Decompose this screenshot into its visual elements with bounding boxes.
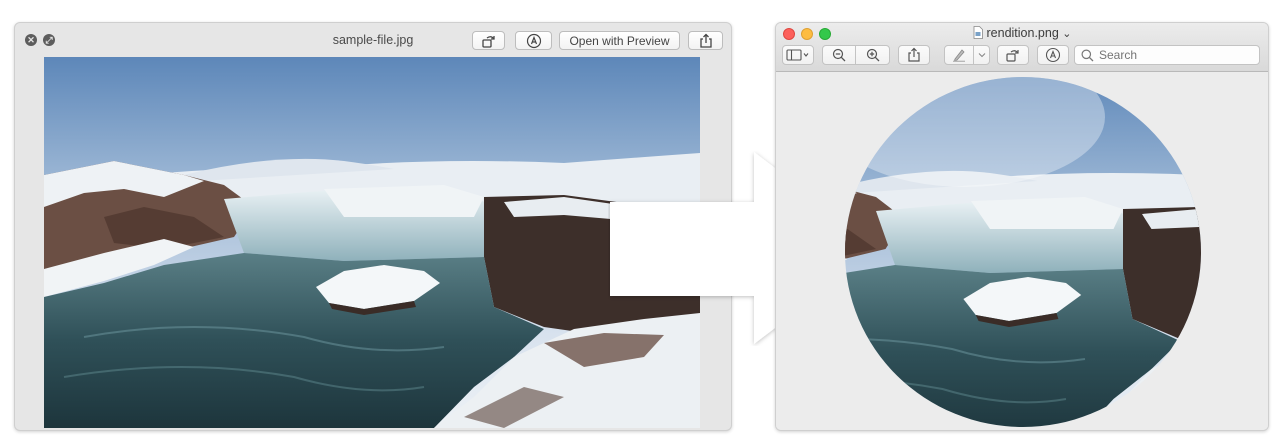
search-input[interactable] — [1099, 48, 1249, 62]
search-icon — [1081, 49, 1094, 61]
markup-icon — [526, 33, 541, 48]
share-icon — [699, 33, 712, 48]
search-field[interactable] — [1074, 45, 1260, 65]
share-button[interactable] — [898, 45, 930, 65]
quicklook-titlebar: ✕ ⤢ sample-file.jpg Open with Preview — [15, 23, 731, 56]
rotate-button[interactable] — [997, 45, 1029, 65]
open-with-preview-button[interactable]: Open with Preview — [559, 31, 680, 50]
sidebar-toggle-button[interactable] — [782, 45, 814, 65]
share-button[interactable] — [688, 31, 723, 50]
circular-image — [845, 77, 1201, 427]
sidebar-icon — [786, 49, 809, 61]
quicklook-image — [44, 57, 700, 428]
zoom-out-button[interactable] — [822, 45, 856, 65]
preview-toolbar: rendition.png ⌄ — [776, 23, 1268, 72]
rotate-icon — [1006, 50, 1019, 62]
rotate-icon — [481, 35, 495, 48]
document-icon — [973, 26, 983, 39]
preview-canvas — [776, 72, 1268, 430]
preview-file-name: rendition.png — [986, 26, 1059, 40]
highlight-button[interactable] — [944, 45, 974, 65]
zoom-in-icon — [866, 48, 879, 62]
markup-icon — [1045, 47, 1061, 63]
preview-window: rendition.png ⌄ — [775, 22, 1269, 431]
pen-icon — [953, 49, 965, 62]
highlight-menu-button[interactable] — [973, 45, 990, 65]
zoom-out-icon — [832, 48, 846, 62]
preview-title[interactable]: rendition.png ⌄ — [776, 26, 1268, 40]
markup-button[interactable] — [1037, 45, 1069, 65]
rotate-button[interactable] — [472, 31, 505, 50]
chevron-down-icon — [978, 53, 985, 58]
title-chevron-icon: ⌄ — [1062, 28, 1072, 40]
share-icon — [908, 47, 920, 62]
markup-button[interactable] — [515, 31, 552, 50]
zoom-in-button[interactable] — [855, 45, 890, 65]
